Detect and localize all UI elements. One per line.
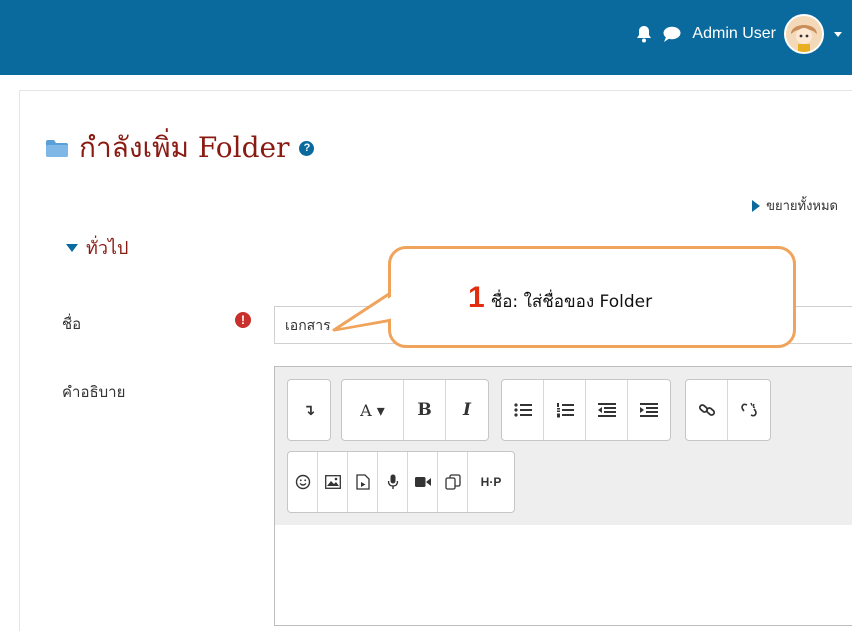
section-general-toggle[interactable]: ทั่วไป <box>66 233 128 262</box>
indent-icon <box>640 403 658 417</box>
italic-icon: I <box>463 400 471 420</box>
toolbar-group-media: H·P <box>287 451 515 513</box>
toolbar-group-text: A ▾ B I <box>341 379 489 441</box>
media-file-icon <box>355 474 370 490</box>
microphone-button[interactable] <box>378 452 408 512</box>
indent-button[interactable] <box>628 380 670 440</box>
bell-icon[interactable] <box>634 24 654 44</box>
video-button[interactable] <box>408 452 438 512</box>
navbar-user-area: Admin User <box>634 14 844 54</box>
chat-icon[interactable] <box>662 25 682 43</box>
h5p-button[interactable]: H·P <box>468 452 514 512</box>
toolbar-group-toggle: ↴ <box>287 379 331 441</box>
toolbar-group-lists <box>501 379 671 441</box>
toggle-toolbar-button[interactable]: ↴ <box>288 380 330 440</box>
editor-toolbar: ↴ A ▾ B I H·P <box>275 367 852 526</box>
emoji-button[interactable] <box>288 452 318 512</box>
description-label: คำอธิบาย <box>62 383 126 401</box>
bullet-list-icon <box>513 403 532 417</box>
font-style-icon: A ▾ <box>360 400 385 420</box>
top-navbar: Admin User <box>0 0 852 75</box>
page-title-text: กำลังเพิ่ม Folder <box>79 131 290 164</box>
description-editor: ↴ A ▾ B I H·P <box>274 366 852 626</box>
numbered-list-icon <box>556 403 574 418</box>
image-icon <box>324 475 341 489</box>
editor-content-area[interactable] <box>275 525 852 625</box>
expand-all-label: ขยายทั้งหมด <box>766 198 838 213</box>
page-title: กำลังเพิ่ม Folder ? <box>45 126 315 170</box>
toolbar-group-links <box>685 379 771 441</box>
copy-button[interactable] <box>438 452 468 512</box>
image-button[interactable] <box>318 452 348 512</box>
section-general-label: ทั่วไป <box>86 238 129 259</box>
unlink-icon <box>741 402 757 417</box>
required-icon: ! <box>235 312 251 328</box>
caret-down-icon <box>66 243 78 252</box>
callout-number: 1 <box>468 281 485 314</box>
outdent-button[interactable] <box>586 380 628 440</box>
bold-button[interactable]: B <box>404 380 446 440</box>
copy-icon <box>444 474 461 490</box>
link-icon <box>698 404 715 416</box>
expand-all-link[interactable]: ขยายทั้งหมด <box>752 195 838 216</box>
user-name[interactable]: Admin User <box>692 25 776 43</box>
media-file-button[interactable] <box>348 452 378 512</box>
caret-right-icon <box>752 199 761 212</box>
h5p-icon: H·P <box>480 475 502 489</box>
toggle-toolbar-icon: ↴ <box>302 401 316 419</box>
outdent-icon <box>597 403 616 417</box>
name-label: ชื่อ <box>62 315 82 333</box>
callout-text: 1 ชื่อ: ใส่ชื่อของ Folder <box>468 281 652 315</box>
link-button[interactable] <box>686 380 728 440</box>
bullet-list-button[interactable] <box>502 380 544 440</box>
italic-button[interactable]: I <box>446 380 488 440</box>
caret-down-icon[interactable] <box>832 28 844 40</box>
avatar[interactable] <box>784 14 824 54</box>
microphone-icon <box>387 474 398 489</box>
bold-icon: B <box>417 400 432 420</box>
folder-icon <box>45 132 69 165</box>
callout-label: ชื่อ: ใส่ชื่อของ Folder <box>490 292 653 312</box>
video-icon <box>414 477 431 487</box>
unlink-button[interactable] <box>728 380 770 440</box>
help-icon[interactable]: ? <box>299 140 315 156</box>
font-style-button[interactable]: A ▾ <box>342 380 404 440</box>
emoji-icon <box>295 474 310 490</box>
numbered-list-button[interactable] <box>544 380 586 440</box>
